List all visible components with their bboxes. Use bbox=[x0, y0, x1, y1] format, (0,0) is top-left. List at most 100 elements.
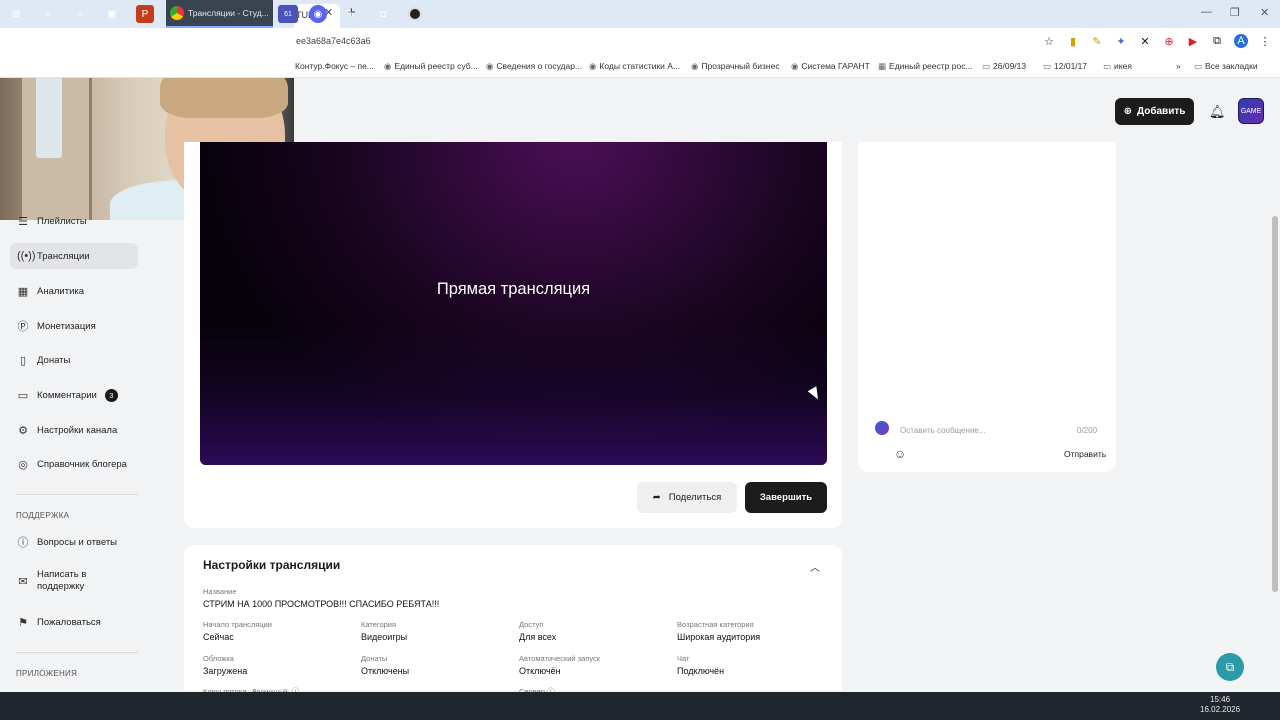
taskbar-browser-app[interactable]: Трансляции - Студ... bbox=[166, 0, 273, 28]
sidebar-item-channel-settings[interactable]: ⚙ Настройки канала bbox=[10, 417, 138, 443]
extension-icon[interactable]: ▮ bbox=[1066, 34, 1080, 48]
powerpoint-icon[interactable]: P bbox=[136, 5, 154, 23]
bookmark-item[interactable]: ◉ Система ГАРАНТ bbox=[791, 61, 870, 72]
comments-count-badge: 3 bbox=[104, 388, 118, 402]
browser-menu-icon[interactable]: ⋮ bbox=[1258, 34, 1272, 48]
messenger-icon[interactable]: ◉ bbox=[309, 5, 327, 23]
add-button[interactable]: ⊕ Добавить bbox=[1115, 98, 1194, 125]
globe-icon: ◉ bbox=[791, 61, 799, 71]
clock[interactable]: 15:46 16.02.2026 bbox=[1200, 695, 1240, 715]
minimize-icon[interactable]: — bbox=[1201, 6, 1212, 18]
wifi-icon[interactable]: ◠ bbox=[1148, 8, 1155, 19]
extension-icon[interactable]: ⊕ bbox=[1162, 34, 1176, 48]
ruble-icon: Ⓟ bbox=[17, 321, 29, 333]
sidebar-item-playlists[interactable]: ☰ Плейлисты bbox=[10, 211, 138, 231]
bookmark-star-icon[interactable]: ☆ bbox=[1042, 34, 1056, 48]
bookmark-folder[interactable]: ▭ 12/01/17 bbox=[1043, 61, 1087, 72]
bookmark-item[interactable]: ◉ Коды статистики А... bbox=[589, 61, 680, 72]
tray-app-icon[interactable]: ▣ bbox=[1132, 8, 1140, 19]
sidebar-item-comments[interactable]: ▭ Комментарии 3 bbox=[10, 382, 138, 408]
app-icon[interactable]: ✎ bbox=[341, 5, 359, 23]
sidebar-divider bbox=[16, 652, 138, 653]
share-button[interactable]: ➦ Поделиться bbox=[637, 482, 737, 513]
sidebar-item-monetization[interactable]: Ⓟ Монетизация bbox=[10, 313, 138, 339]
profile-icon[interactable]: A bbox=[1234, 34, 1248, 48]
send-button[interactable]: Отправить bbox=[1064, 449, 1106, 459]
sidebar-item-blogger-guide[interactable]: ◎ Справочник блогера bbox=[10, 451, 138, 477]
tray-network-icon[interactable]: ▭ bbox=[1116, 8, 1124, 19]
cortana-icon[interactable]: ○ bbox=[71, 5, 89, 23]
extension-icon[interactable]: ✕ bbox=[1138, 34, 1152, 48]
taskbar-obs-app[interactable]: OBS 32.0.4 - Проф... bbox=[404, 0, 511, 28]
bookmark-item[interactable]: ◉ Прозрачный бизнес bbox=[691, 61, 780, 72]
restore-icon[interactable]: ❐ bbox=[1230, 6, 1240, 19]
camera-icon[interactable]: ◘ bbox=[374, 5, 392, 23]
field-value: Загружена bbox=[203, 666, 248, 676]
chat-user-avatar bbox=[875, 421, 889, 435]
youtube-icon[interactable]: ▶ bbox=[1186, 34, 1200, 48]
field-label: Доступ bbox=[519, 620, 544, 629]
obs-icon bbox=[408, 7, 422, 21]
bell-icon[interactable]: 🔔︎ bbox=[1209, 104, 1226, 120]
question-icon: ⓘ bbox=[17, 537, 29, 549]
end-stream-button[interactable]: Завершить bbox=[745, 482, 827, 513]
bookmark-item[interactable]: ▦ Единый реестр рос... bbox=[878, 61, 973, 72]
url-text[interactable]: ee3a68a7e4c63a6 bbox=[296, 36, 371, 46]
bookmark-item[interactable]: Контур.Фокус – пе... bbox=[295, 61, 374, 71]
bookmark-folder[interactable]: ▭ Все закладки bbox=[1194, 61, 1258, 72]
notifications-icon[interactable]: ▤ bbox=[1253, 8, 1261, 19]
chat-panel bbox=[858, 142, 1116, 472]
bookmark-folder[interactable]: ▭ 26/09/13 bbox=[982, 61, 1026, 72]
sidebar-item-analytics[interactable]: ▦ Аналитика bbox=[10, 278, 138, 304]
donation-icon: ▯ bbox=[19, 354, 27, 367]
sidebar-item-report[interactable]: ⚑ Пожаловаться bbox=[10, 609, 138, 635]
tray-up-icon[interactable]: ⌃ bbox=[1100, 8, 1107, 19]
chart-icon: ▦ bbox=[17, 285, 29, 298]
scrollbar-thumb[interactable] bbox=[1272, 216, 1278, 592]
sidebar-item-donations[interactable]: ▯ Донаты bbox=[10, 347, 138, 373]
field-label: Автоматический запуск bbox=[519, 654, 601, 663]
extension-icon[interactable]: ✦ bbox=[1114, 34, 1128, 48]
extension-icon[interactable]: ✎ bbox=[1090, 34, 1104, 48]
bookmark-folder[interactable]: ▭ икея bbox=[1103, 61, 1132, 72]
chevron-right-icon[interactable]: » bbox=[1176, 61, 1181, 71]
chat-char-counter: 0/200 bbox=[1077, 426, 1098, 435]
field-value: Для всех bbox=[519, 632, 557, 642]
globe-icon: ◉ bbox=[384, 61, 392, 71]
language-indicator[interactable]: РУС bbox=[1180, 8, 1197, 18]
plus-icon: ⊕ bbox=[1123, 106, 1132, 117]
window-close-icon[interactable]: ✕ bbox=[1260, 6, 1269, 19]
emoji-icon[interactable]: ☺ bbox=[894, 447, 906, 461]
field-value: Отключён bbox=[519, 666, 561, 676]
avatar[interactable]: GAME bbox=[1238, 98, 1264, 124]
extensions-puzzle-icon[interactable]: ⧉ bbox=[1210, 34, 1224, 48]
broadcast-icon: ((•)) bbox=[17, 250, 36, 262]
task-view-icon[interactable]: ▣ bbox=[103, 5, 121, 23]
search-icon[interactable]: ⌕ bbox=[39, 5, 57, 23]
share-icon: ➦ bbox=[652, 492, 661, 503]
sidebar-item-streams[interactable]: ((•)) Трансляции bbox=[10, 243, 138, 269]
sidebar-item-faq[interactable]: ⓘ Вопросы и ответы bbox=[10, 529, 138, 555]
support-section-label: ПОДДЕРЖКА bbox=[16, 511, 70, 520]
teams-icon[interactable]: 61 bbox=[278, 5, 298, 23]
field-label: Обложка bbox=[203, 654, 234, 663]
webcam-light-switch bbox=[36, 72, 62, 158]
address-bar: ee3a68a7e4c63a6 ☆ ▮ ✎ ✦ ✕ ⊕ ▶ ⧉ A ⋮ bbox=[0, 28, 1280, 56]
chat-message-input[interactable]: Оставить сообщение... bbox=[900, 426, 986, 435]
flag-icon: ⚑ bbox=[18, 616, 28, 629]
field-label: Возрастная категория bbox=[677, 620, 754, 629]
chrome-icon bbox=[170, 6, 184, 20]
windows-start-icon[interactable]: ⊞ bbox=[7, 5, 25, 23]
sidebar-item-contact-support[interactable]: ✉ Написать в поддержку bbox=[10, 569, 138, 597]
toolbar-icons: ☆ ▮ ✎ ✦ ✕ ⊕ ▶ ⧉ A ⋮ bbox=[1042, 34, 1272, 48]
field-value: Видеоигры bbox=[361, 632, 408, 642]
stream-player[interactable]: Прямая трансляция bbox=[200, 142, 827, 465]
bookmark-item[interactable]: ◉ Сведения о государ... bbox=[486, 61, 582, 72]
bookmark-item[interactable]: ◉ Единый реестр суб... bbox=[384, 61, 478, 72]
field-value: Отключены bbox=[361, 666, 410, 676]
chevron-up-icon[interactable]: ︿ bbox=[810, 559, 820, 574]
volume-icon[interactable]: 🔈︎ bbox=[1163, 8, 1168, 19]
field-value: Сейчас bbox=[203, 632, 234, 642]
support-chat-icon[interactable]: ⧉ bbox=[1216, 653, 1244, 681]
taskbar bbox=[0, 692, 1280, 720]
